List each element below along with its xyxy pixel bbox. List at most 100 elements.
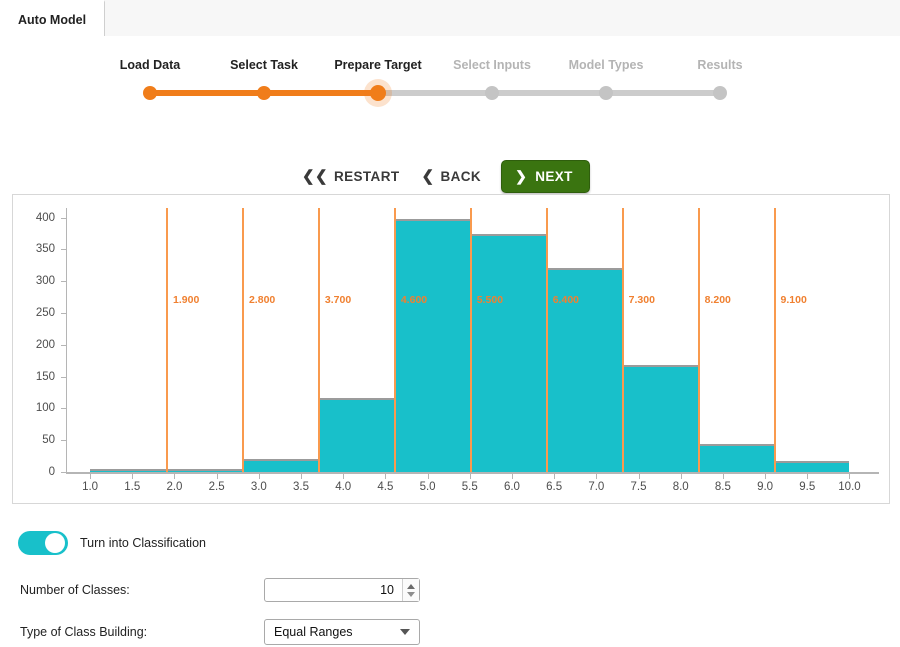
x-axis-tick-label: 6.0 <box>503 481 520 493</box>
back-label: BACK <box>440 169 482 184</box>
class-break-label: 2.800 <box>248 294 276 306</box>
stepper-track <box>150 90 720 96</box>
x-axis-tick-label: 4.0 <box>335 481 352 493</box>
y-axis-tick <box>61 249 66 251</box>
class-break-line[interactable] <box>469 208 472 472</box>
wizard-step-dot-load-data[interactable] <box>143 86 157 100</box>
type-of-class-building-select[interactable]: Equal Ranges <box>264 619 420 645</box>
x-axis-tick <box>722 474 724 479</box>
wizard-step-label-prepare-target[interactable]: Prepare Target <box>334 58 421 72</box>
wizard-step-label-load-data[interactable]: Load Data <box>120 58 180 72</box>
x-axis-tick-label: 6.5 <box>546 481 563 493</box>
y-axis-tick-label: 200 <box>35 338 55 351</box>
x-axis-tick <box>427 474 429 479</box>
x-axis-tick-label: 9.0 <box>757 481 774 493</box>
class-break-line[interactable] <box>773 208 776 472</box>
x-axis-tick-label: 5.0 <box>419 481 436 493</box>
chevron-down-icon[interactable] <box>407 591 415 597</box>
x-axis-tick-label: 2.0 <box>166 481 183 493</box>
class-break-label: 3.700 <box>324 294 352 306</box>
y-axis-tick-label: 100 <box>35 402 55 415</box>
x-axis-tick-label: 10.0 <box>838 481 861 493</box>
chevron-down-icon[interactable] <box>400 629 410 635</box>
target-histogram-panel: 0 50 100 150 200 250 300 350 400 1.900 2.800 3.700… <box>12 194 890 504</box>
wizard-step-label-select-inputs[interactable]: Select Inputs <box>453 58 531 72</box>
histogram-bar <box>241 459 318 472</box>
class-break-line[interactable] <box>317 208 320 472</box>
auto-model-window: Auto Model Load Data Select Task Prepare T… <box>0 0 900 647</box>
x-axis-tick <box>469 474 471 479</box>
y-axis-tick <box>61 312 66 314</box>
wizard-step-label-model-types[interactable]: Model Types <box>569 58 644 72</box>
class-break-label: 7.300 <box>628 294 655 306</box>
class-break-line[interactable] <box>697 208 700 472</box>
wizard-header: Load Data Select Task Prepare Target Select… <box>0 36 900 193</box>
class-break-line[interactable] <box>166 208 169 472</box>
x-axis-tick <box>596 474 598 479</box>
class-break-label: 4.600 <box>400 294 428 306</box>
wizard-step-dot-select-task[interactable] <box>257 86 271 100</box>
stepper-arrows[interactable] <box>402 579 419 601</box>
x-axis-tick-label: 8.0 <box>672 481 689 493</box>
class-break-line[interactable] <box>545 208 548 472</box>
number-of-classes-stepper[interactable]: 10 <box>264 578 420 602</box>
wizard-step-label-results[interactable]: Results <box>697 58 742 72</box>
x-axis-tick <box>680 474 682 479</box>
histogram-bar <box>469 234 546 472</box>
chevron-up-icon[interactable] <box>407 583 415 589</box>
type-of-class-building-row: Type of Class Building: Equal Ranges <box>0 619 440 645</box>
class-break-label: 8.200 <box>704 294 731 306</box>
histogram-bar <box>393 218 470 472</box>
y-axis-tick <box>61 472 66 473</box>
y-axis-tick-label: 150 <box>35 370 55 383</box>
wizard-nav-buttons: ❮❮ RESTART ❮ BACK ❯ NEXT <box>300 160 590 193</box>
x-axis-tick <box>849 474 851 479</box>
y-axis-tick-label: 300 <box>35 275 55 288</box>
x-axis-tick <box>132 474 134 479</box>
class-break-line[interactable] <box>393 208 396 472</box>
x-axis-tick <box>385 474 387 479</box>
turn-into-classification-toggle[interactable] <box>18 531 68 555</box>
classification-toggle-row: Turn into Classification <box>18 531 206 555</box>
tab-bar: Auto Model <box>0 0 900 37</box>
x-axis-tick <box>90 474 92 479</box>
x-axis-tick <box>216 474 218 479</box>
class-break-label: 9.100 <box>780 294 807 306</box>
x-axis-tick-label: 9.5 <box>799 481 816 493</box>
x-axis-tick-label: 2.5 <box>208 481 225 493</box>
class-break-label: 1.900 <box>173 294 200 306</box>
tab-label: Auto Model <box>18 12 87 27</box>
x-axis-tick <box>765 474 767 479</box>
y-axis-tick <box>61 376 66 378</box>
next-button[interactable]: ❯ NEXT <box>501 160 590 193</box>
next-label: NEXT <box>535 169 573 184</box>
y-axis-tick <box>61 217 66 219</box>
wizard-step-label-select-task[interactable]: Select Task <box>230 58 298 72</box>
type-of-class-building-label: Type of Class Building: <box>20 625 148 639</box>
x-axis-tick <box>554 474 556 479</box>
wizard-step-dot-model-types[interactable] <box>599 86 613 100</box>
wizard-step-dot-results[interactable] <box>713 86 727 100</box>
y-axis-tick-label: 350 <box>35 243 55 256</box>
chevron-left-icon: ❮ <box>421 168 435 185</box>
histogram-bar <box>773 460 850 472</box>
class-break-line[interactable] <box>241 208 244 472</box>
chevron-right-icon: ❯ <box>515 168 528 184</box>
number-of-classes-value: 10 <box>380 583 394 597</box>
toggle-knob <box>45 533 65 553</box>
tab-auto-model[interactable]: Auto Model <box>0 0 106 37</box>
x-axis-tick <box>807 474 809 479</box>
y-axis-tick <box>61 281 66 283</box>
class-break-line[interactable] <box>621 208 624 472</box>
histogram-bar <box>697 444 774 472</box>
wizard-step-dot-prepare-target[interactable] <box>370 85 386 101</box>
histogram-bar <box>317 397 394 472</box>
y-axis-tick-label: 0 <box>48 466 55 478</box>
histogram-bar <box>621 364 698 472</box>
restart-button[interactable]: ❮❮ RESTART <box>300 165 402 188</box>
y-axis-line <box>66 208 67 472</box>
back-button[interactable]: ❮ BACK <box>420 165 484 188</box>
double-chevron-left-icon: ❮❮ <box>302 168 328 185</box>
wizard-step-dot-select-inputs[interactable] <box>485 86 499 100</box>
turn-into-classification-label: Turn into Classification <box>80 536 206 550</box>
